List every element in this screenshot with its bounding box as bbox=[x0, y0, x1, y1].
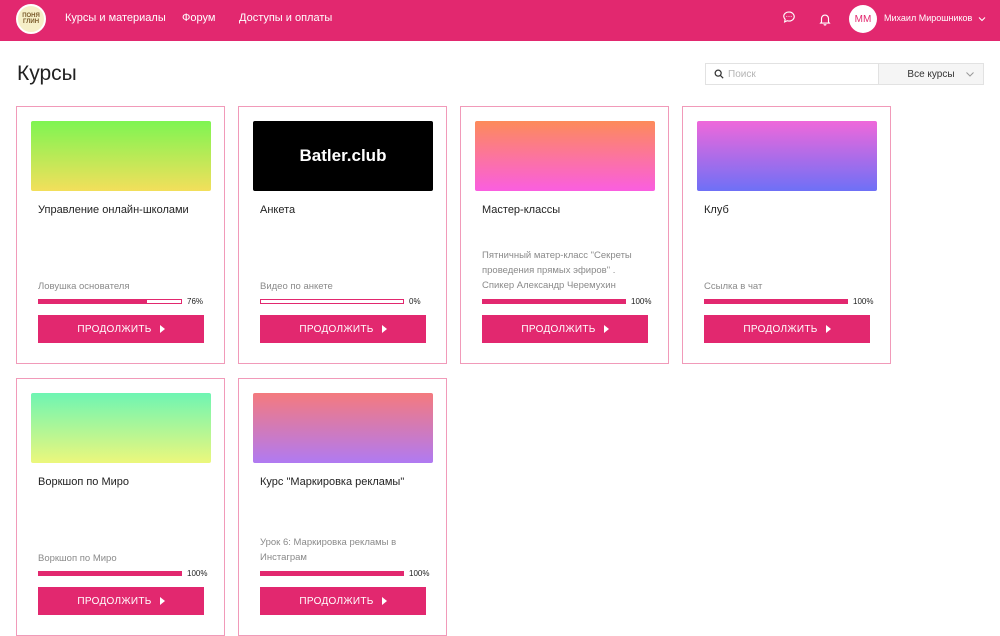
continue-button[interactable]: ПРОДОЛЖИТЬ bbox=[260, 315, 426, 343]
current-lesson: Видео по анкете bbox=[260, 281, 333, 292]
avatar[interactable]: ММ bbox=[849, 5, 877, 33]
page-title: Курсы bbox=[17, 62, 77, 85]
play-arrow-icon bbox=[159, 325, 165, 333]
current-lesson: Воркшоп по Миро bbox=[38, 553, 117, 564]
progress-percent: 100% bbox=[409, 569, 430, 578]
course-title[interactable]: Мастер-классы bbox=[482, 204, 560, 216]
progress-bar bbox=[482, 299, 626, 304]
user-menu[interactable]: Михаил Мирошников bbox=[884, 13, 986, 23]
course-cover bbox=[31, 121, 211, 191]
course-cover bbox=[475, 121, 655, 191]
progress-bar bbox=[260, 299, 404, 304]
school-logo[interactable]: ПОНЯ ГЛИН bbox=[16, 4, 46, 34]
continue-button[interactable]: ПРОДОЛЖИТЬ bbox=[704, 315, 870, 343]
progress-percent: 100% bbox=[853, 297, 874, 306]
chevron-down-icon bbox=[978, 16, 986, 21]
nav-access-payments[interactable]: Доступы и оплаты bbox=[239, 12, 332, 24]
continue-button-label: ПРОДОЛЖИТЬ bbox=[743, 323, 818, 335]
current-lesson: Урок 6: Маркировка рекламы в Инстаграм bbox=[260, 537, 397, 563]
play-arrow-icon bbox=[381, 597, 387, 605]
course-card[interactable]: Воркшоп по Миро Воркшоп по Миро 100% ПРО… bbox=[16, 378, 225, 636]
course-title[interactable]: Курс "Маркировка рекламы" bbox=[260, 476, 404, 488]
progress-percent: 0% bbox=[409, 297, 421, 306]
chat-icon[interactable] bbox=[782, 10, 796, 24]
course-card[interactable]: Управление онлайн-школами Ловушка основа… bbox=[16, 106, 225, 364]
progress-bar bbox=[260, 571, 404, 576]
play-arrow-icon bbox=[381, 325, 387, 333]
course-filter-select[interactable]: Все курсы bbox=[878, 63, 984, 85]
course-cover bbox=[697, 121, 877, 191]
current-lesson: Ловушка основателя bbox=[38, 281, 130, 292]
play-arrow-icon bbox=[159, 597, 165, 605]
nav-courses[interactable]: Курсы и материалы bbox=[65, 12, 166, 24]
continue-button-label: ПРОДОЛЖИТЬ bbox=[521, 323, 596, 335]
progress-percent: 100% bbox=[631, 297, 652, 306]
play-arrow-icon bbox=[825, 325, 831, 333]
progress-percent: 76% bbox=[187, 297, 204, 306]
progress-bar bbox=[704, 299, 848, 304]
nav-forum[interactable]: Форум bbox=[182, 12, 215, 24]
current-lesson: Пятничный матер-класс "Секреты проведени… bbox=[482, 250, 632, 291]
search-icon bbox=[714, 69, 724, 79]
continue-button[interactable]: ПРОДОЛЖИТЬ bbox=[38, 587, 204, 615]
course-card[interactable]: Клуб Ссылка в чат 100% ПРОДОЛЖИТЬ bbox=[682, 106, 891, 364]
continue-button[interactable]: ПРОДОЛЖИТЬ bbox=[38, 315, 204, 343]
course-cover bbox=[31, 393, 211, 463]
course-cover bbox=[253, 393, 433, 463]
continue-button-label: ПРОДОЛЖИТЬ bbox=[77, 595, 152, 607]
progress-percent: 100% bbox=[187, 569, 208, 578]
search-input[interactable] bbox=[728, 68, 868, 80]
continue-button-label: ПРОДОЛЖИТЬ bbox=[299, 323, 374, 335]
search-field[interactable] bbox=[705, 63, 879, 85]
bell-icon[interactable] bbox=[818, 12, 832, 26]
course-title[interactable]: Клуб bbox=[704, 204, 729, 216]
course-title[interactable]: Анкета bbox=[260, 204, 295, 216]
current-lesson: Ссылка в чат bbox=[704, 281, 763, 292]
course-title[interactable]: Управление онлайн-школами bbox=[38, 204, 189, 216]
progress-bar bbox=[38, 571, 182, 576]
course-cover: Batler.club bbox=[253, 121, 433, 191]
course-title[interactable]: Воркшоп по Миро bbox=[38, 476, 129, 488]
course-card[interactable]: Batler.club Анкета Видео по анкете 0% ПР… bbox=[238, 106, 447, 364]
continue-button-label: ПРОДОЛЖИТЬ bbox=[77, 323, 152, 335]
progress-bar bbox=[38, 299, 182, 304]
play-arrow-icon bbox=[603, 325, 609, 333]
continue-button[interactable]: ПРОДОЛЖИТЬ bbox=[260, 587, 426, 615]
user-name-label: Михаил Мирошников bbox=[884, 13, 973, 23]
chevron-down-icon bbox=[966, 72, 974, 77]
filter-value: Все курсы bbox=[907, 68, 955, 80]
top-bar: ПОНЯ ГЛИН Курсы и материалы Форум Доступ… bbox=[0, 0, 1000, 41]
course-card[interactable]: Мастер-классы Пятничный матер-класс "Сек… bbox=[460, 106, 669, 364]
course-card[interactable]: Курс "Маркировка рекламы" Урок 6: Маркир… bbox=[238, 378, 447, 636]
continue-button[interactable]: ПРОДОЛЖИТЬ bbox=[482, 315, 648, 343]
continue-button-label: ПРОДОЛЖИТЬ bbox=[299, 595, 374, 607]
